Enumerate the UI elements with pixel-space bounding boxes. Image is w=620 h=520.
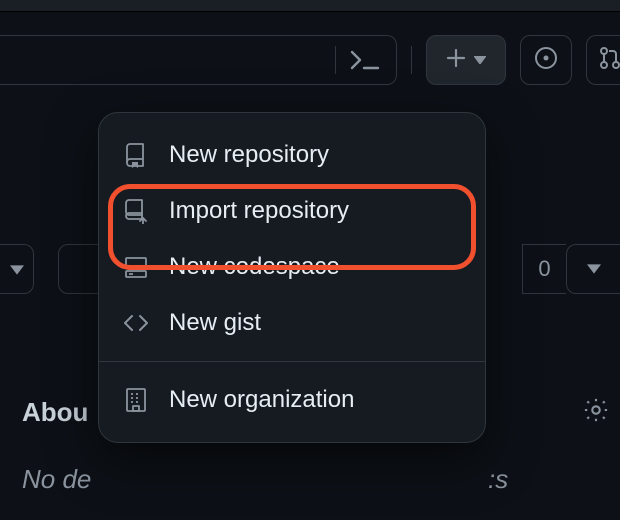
menu-item-new-repository[interactable]: New repository (99, 127, 485, 183)
menu-item-import-repository[interactable]: Import repository (99, 183, 485, 239)
menu-item-new-codespace[interactable]: New codespace (99, 239, 485, 295)
git-pull-request-icon (599, 46, 620, 75)
menu-item-label: New organization (169, 386, 354, 414)
about-description-trailing: :s (488, 464, 508, 495)
star-dropdown-button[interactable] (566, 244, 620, 294)
divider (411, 46, 412, 74)
divider (335, 46, 336, 74)
create-new-menu: New repository Import repository (98, 112, 486, 443)
window-chrome-strip (0, 0, 620, 12)
pull-requests-button[interactable] (586, 35, 620, 85)
repo-import-icon (123, 198, 149, 224)
global-toolbar (0, 22, 620, 98)
caret-down-icon (474, 51, 486, 69)
about-heading: Abou (22, 397, 88, 428)
issues-button[interactable] (520, 35, 572, 85)
about-description: No de (22, 464, 91, 495)
menu-item-label: New codespace (169, 253, 340, 281)
organization-icon (123, 387, 149, 413)
repo-icon (123, 142, 149, 168)
menu-item-label: New repository (169, 141, 329, 169)
console-prompt-icon[interactable] (350, 49, 380, 71)
partial-button-left[interactable] (0, 244, 34, 294)
menu-item-new-gist[interactable]: New gist (99, 295, 485, 351)
menu-item-label: Import repository (169, 197, 349, 225)
issue-dot-icon (534, 46, 558, 75)
menu-item-new-organization[interactable]: New organization (99, 372, 485, 428)
code-icon (123, 314, 149, 332)
gear-icon[interactable] (582, 396, 620, 429)
codespace-icon (123, 256, 149, 278)
menu-separator (99, 361, 485, 362)
star-count-badge[interactable]: 0 (522, 244, 566, 294)
menu-item-label: New gist (169, 309, 261, 337)
create-new-button[interactable] (426, 35, 506, 85)
plus-icon (446, 48, 466, 73)
search-bar[interactable] (0, 35, 397, 85)
